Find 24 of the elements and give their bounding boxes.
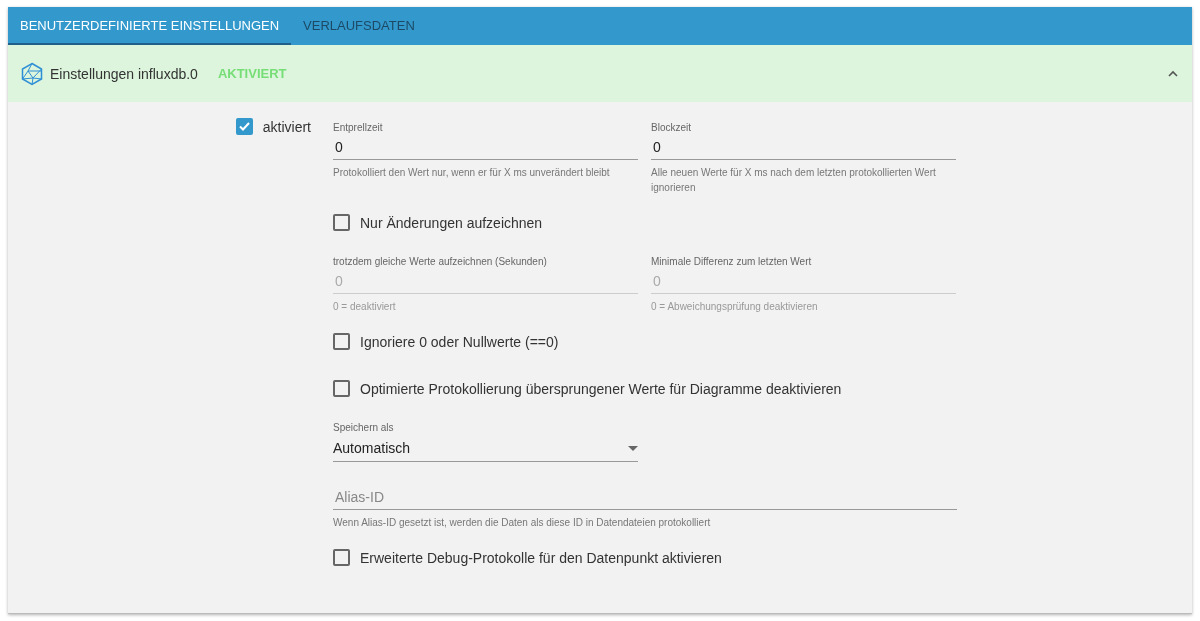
check-icon xyxy=(237,120,251,133)
checkbox[interactable]: aktiviert xyxy=(235,118,311,135)
field-label: Blockzeit xyxy=(651,122,692,133)
checkbox[interactable]: Optimierte Protokollierung übersprungener Werte für Diagramme deaktivieren xyxy=(333,380,842,397)
helper-text: 0 = deaktiviert xyxy=(333,300,397,314)
checkbox[interactable]: Nur Änderungen aufzeichnen xyxy=(333,214,543,231)
field-label: Minimale Differenz zum letzten Wert xyxy=(651,256,813,267)
panel-title: Einstellungen influxdb.0 xyxy=(50,65,198,82)
field-label: Entprellzeit xyxy=(333,122,384,133)
input-field[interactable]: 0 xyxy=(333,133,638,160)
dropdown-icon xyxy=(628,445,638,451)
checkbox[interactable]: Ignoriere 0 oder Nullwerte (==0) xyxy=(333,333,559,350)
helper-text: Wenn Alias-ID gesetzt ist, werden die Daten als diese ID in Datendateien protokolliert xyxy=(333,516,712,530)
helper-text: Alle neuen Werte für X ms nach dem letzten protokollierten Wert ignorieren xyxy=(651,166,937,195)
input-field[interactable]: Alias-ID xyxy=(333,483,957,510)
field-label: Speichern als xyxy=(333,422,395,433)
checkbox[interactable]: Erweiterte Debug-Protokolle für den Datenpunkt aktivieren xyxy=(333,549,722,566)
helper-text: 0 = Abweichungsprüfung deaktivieren xyxy=(651,300,819,314)
polyhedron-icon xyxy=(20,61,44,86)
input-field[interactable]: 0 xyxy=(651,133,956,160)
field-label: trotzdem gleiche Werte aufzeichnen (Sekunden) xyxy=(333,256,548,267)
status-label: AKTIVIERT xyxy=(217,66,287,81)
helper-text: Protokolliert den Wert nur, wenn er für X ms unverändert bleibt xyxy=(333,166,611,180)
select-field[interactable]: Automatisch xyxy=(333,433,638,462)
